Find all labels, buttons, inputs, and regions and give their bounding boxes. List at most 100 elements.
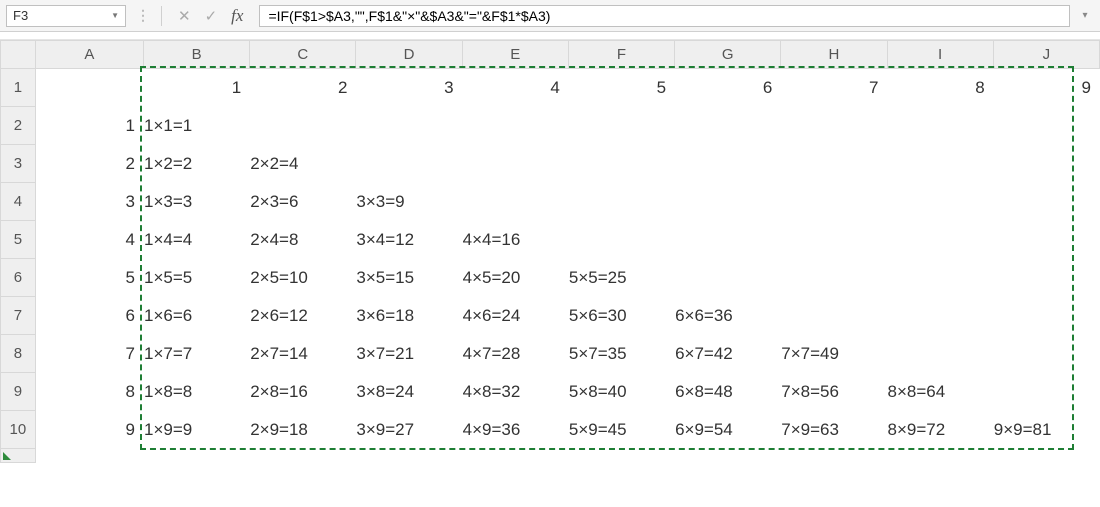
cell-f3[interactable] xyxy=(568,145,674,183)
col-hdr-f[interactable]: F xyxy=(568,41,674,69)
cell-g9[interactable]: 6×8=48 xyxy=(675,373,781,411)
cell-i7[interactable] xyxy=(887,297,993,335)
cell-i10[interactable]: 8×9=72 xyxy=(887,411,993,449)
cell-i6[interactable] xyxy=(887,259,993,297)
cell-j8[interactable] xyxy=(993,335,1099,373)
cell-d1[interactable]: 3 xyxy=(356,69,462,107)
cell-e10[interactable]: 4×9=36 xyxy=(462,411,568,449)
cell-e4[interactable] xyxy=(462,183,568,221)
cell-b9[interactable]: 1×8=8 xyxy=(143,373,249,411)
cell-j6[interactable] xyxy=(993,259,1099,297)
cell-f7[interactable]: 5×6=30 xyxy=(568,297,674,335)
cell-f6[interactable]: 5×5=25 xyxy=(568,259,674,297)
cell-j7[interactable] xyxy=(993,297,1099,335)
cell-h3[interactable] xyxy=(781,145,887,183)
cell-b6[interactable]: 1×5=5 xyxy=(143,259,249,297)
name-box[interactable]: F3 ▼ xyxy=(6,5,126,27)
cell-i9[interactable]: 8×8=64 xyxy=(887,373,993,411)
cell-a2[interactable]: 1 xyxy=(35,107,143,145)
cell-g6[interactable] xyxy=(675,259,781,297)
col-hdr-j[interactable]: J xyxy=(993,41,1099,69)
cell-b10[interactable]: 1×9=9 xyxy=(143,411,249,449)
cell-b1[interactable]: 1 xyxy=(143,69,249,107)
cell-c7[interactable]: 2×6=12 xyxy=(250,297,356,335)
cell-j3[interactable] xyxy=(993,145,1099,183)
col-hdr-a[interactable]: A xyxy=(35,41,143,69)
cell-b8[interactable]: 1×7=7 xyxy=(143,335,249,373)
formula-input[interactable] xyxy=(259,5,1070,27)
cell-c5[interactable]: 2×4=8 xyxy=(250,221,356,259)
cell-e5[interactable]: 4×4=16 xyxy=(462,221,568,259)
spreadsheet-grid[interactable]: A B C D E F G H I J 1 1 2 3 4 5 xyxy=(0,40,1100,463)
cell-d6[interactable]: 3×5=15 xyxy=(356,259,462,297)
cell-f10[interactable]: 5×9=45 xyxy=(568,411,674,449)
cell-i1[interactable]: 8 xyxy=(887,69,993,107)
cell-a6[interactable]: 5 xyxy=(35,259,143,297)
col-hdr-d[interactable]: D xyxy=(356,41,462,69)
cell-a7[interactable]: 6 xyxy=(35,297,143,335)
row-hdr-5[interactable]: 5 xyxy=(1,221,36,259)
cell-i5[interactable] xyxy=(887,221,993,259)
cell-g1[interactable]: 6 xyxy=(675,69,781,107)
row-hdr-1[interactable]: 1 xyxy=(1,69,36,107)
cell-g3[interactable] xyxy=(675,145,781,183)
row-hdr-9[interactable]: 9 xyxy=(1,373,36,411)
cell-j10[interactable]: 9×9=81 xyxy=(993,411,1099,449)
cell-g4[interactable] xyxy=(675,183,781,221)
cell-a8[interactable]: 7 xyxy=(35,335,143,373)
cell-f9[interactable]: 5×8=40 xyxy=(568,373,674,411)
cell-d5[interactable]: 3×4=12 xyxy=(356,221,462,259)
cell-g2[interactable] xyxy=(675,107,781,145)
cell-c6[interactable]: 2×5=10 xyxy=(250,259,356,297)
cell-b2[interactable]: 1×1=1 xyxy=(143,107,249,145)
cell-c4[interactable]: 2×3=6 xyxy=(250,183,356,221)
cell-h5[interactable] xyxy=(781,221,887,259)
cell-g10[interactable]: 6×9=54 xyxy=(675,411,781,449)
cell-h10[interactable]: 7×9=63 xyxy=(781,411,887,449)
cell-h1[interactable]: 7 xyxy=(781,69,887,107)
col-hdr-b[interactable]: B xyxy=(143,41,249,69)
cell-g5[interactable] xyxy=(675,221,781,259)
col-hdr-c[interactable]: C xyxy=(250,41,356,69)
select-all-corner[interactable] xyxy=(1,41,36,69)
cell-c3[interactable]: 2×2=4 xyxy=(250,145,356,183)
cell-i8[interactable] xyxy=(887,335,993,373)
cell-f5[interactable] xyxy=(568,221,674,259)
cell-e9[interactable]: 4×8=32 xyxy=(462,373,568,411)
cell-f1[interactable]: 5 xyxy=(568,69,674,107)
cell-e8[interactable]: 4×7=28 xyxy=(462,335,568,373)
cell-b3[interactable]: 1×2=2 xyxy=(143,145,249,183)
expand-formula-icon[interactable]: ▾ xyxy=(1076,10,1094,21)
cell-c2[interactable] xyxy=(250,107,356,145)
row-hdr-7[interactable]: 7 xyxy=(1,297,36,335)
cell-d8[interactable]: 3×7=21 xyxy=(356,335,462,373)
cell-a3[interactable]: 2 xyxy=(35,145,143,183)
cell-b7[interactable]: 1×6=6 xyxy=(143,297,249,335)
cell-d7[interactable]: 3×6=18 xyxy=(356,297,462,335)
row-hdr-11[interactable] xyxy=(1,449,36,463)
cell-f8[interactable]: 5×7=35 xyxy=(568,335,674,373)
cell-h6[interactable] xyxy=(781,259,887,297)
cell-c9[interactable]: 2×8=16 xyxy=(250,373,356,411)
cell-b4[interactable]: 1×3=3 xyxy=(143,183,249,221)
fx-icon[interactable]: fx xyxy=(231,6,243,26)
cell-g8[interactable]: 6×7=42 xyxy=(675,335,781,373)
cell-i2[interactable] xyxy=(887,107,993,145)
cell-h4[interactable] xyxy=(781,183,887,221)
cell-a1[interactable] xyxy=(35,69,143,107)
cell-d10[interactable]: 3×9=27 xyxy=(356,411,462,449)
cell-b5[interactable]: 1×4=4 xyxy=(143,221,249,259)
cell-j5[interactable] xyxy=(993,221,1099,259)
cell-i4[interactable] xyxy=(887,183,993,221)
row-hdr-10[interactable]: 10 xyxy=(1,411,36,449)
cell-e6[interactable]: 4×5=20 xyxy=(462,259,568,297)
cell-a10[interactable]: 9 xyxy=(35,411,143,449)
row-hdr-6[interactable]: 6 xyxy=(1,259,36,297)
cell-j4[interactable] xyxy=(993,183,1099,221)
row-hdr-4[interactable]: 4 xyxy=(1,183,36,221)
cell-c1[interactable]: 2 xyxy=(250,69,356,107)
cell-d3[interactable] xyxy=(356,145,462,183)
cell-j1[interactable]: 9 xyxy=(993,69,1099,107)
cell-a5[interactable]: 4 xyxy=(35,221,143,259)
cell-c8[interactable]: 2×7=14 xyxy=(250,335,356,373)
